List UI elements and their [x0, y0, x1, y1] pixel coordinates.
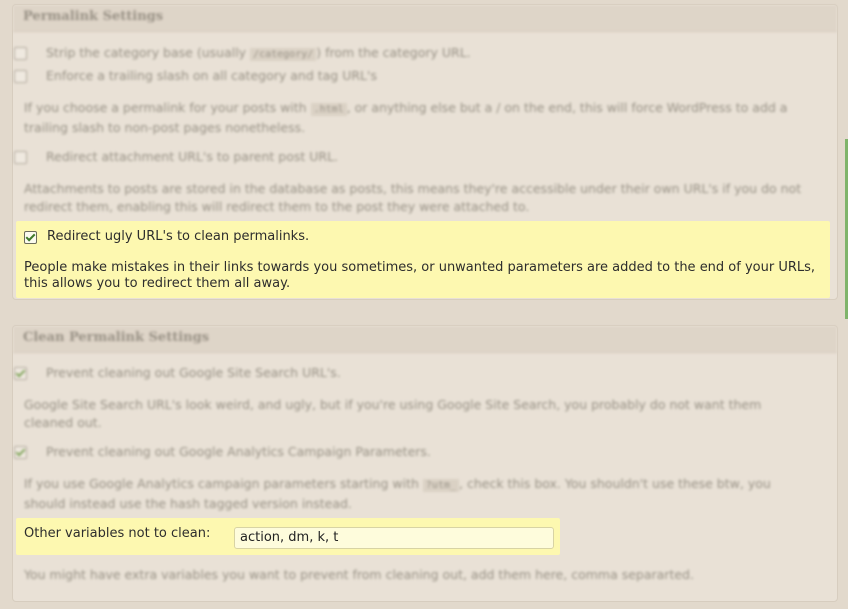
redirect-ugly-highlight: Redirect ugly URL's to clean permalinks.…: [16, 221, 830, 298]
other-variables-input[interactable]: action, dm, k, t: [234, 527, 554, 549]
trailing-slash-label: Enforce a trailing slash on all category…: [46, 68, 377, 83]
strip-category-base-checkbox[interactable]: [14, 47, 27, 60]
redirect-attachment-checkbox[interactable]: [14, 151, 27, 164]
prevent-ga-label: Prevent cleaning out Google Analytics Ca…: [46, 444, 431, 459]
strip-category-base-label: Strip the category base (usually /catego…: [46, 45, 471, 61]
other-variables-help: You might have extra variables you want …: [24, 567, 694, 582]
prevent-gss-help: Google Site Search URL's look weird, and…: [24, 397, 762, 430]
prevent-ga-help: If you use Google Analytics campaign par…: [24, 476, 771, 511]
redirect-attachment-help: Attachments to posts are stored in the d…: [24, 181, 802, 214]
panel-title: Clean Permalink Settings: [13, 326, 837, 353]
prevent-gss-label: Prevent cleaning out Google Site Search …: [46, 365, 341, 380]
trailing-slash-help: If you choose a permalink for your posts…: [24, 100, 788, 135]
prevent-gss-checkbox[interactable]: [14, 367, 27, 380]
other-variables-label: Other variables not to clean:: [24, 526, 211, 541]
other-variables-highlight: Other variables not to clean: action, dm…: [16, 518, 560, 555]
redirect-ugly-help: People make mistakes in their links towa…: [24, 260, 816, 291]
prevent-ga-checkbox[interactable]: [14, 446, 27, 459]
redirect-ugly-label: Redirect ugly URL's to clean permalinks.: [47, 229, 310, 244]
panel-title: Permalink Settings: [13, 5, 837, 32]
trailing-slash-checkbox[interactable]: [14, 70, 27, 83]
redirect-attachment-label: Redirect attachment URL's to parent post…: [46, 149, 339, 164]
redirect-ugly-checkbox[interactable]: [24, 231, 37, 244]
